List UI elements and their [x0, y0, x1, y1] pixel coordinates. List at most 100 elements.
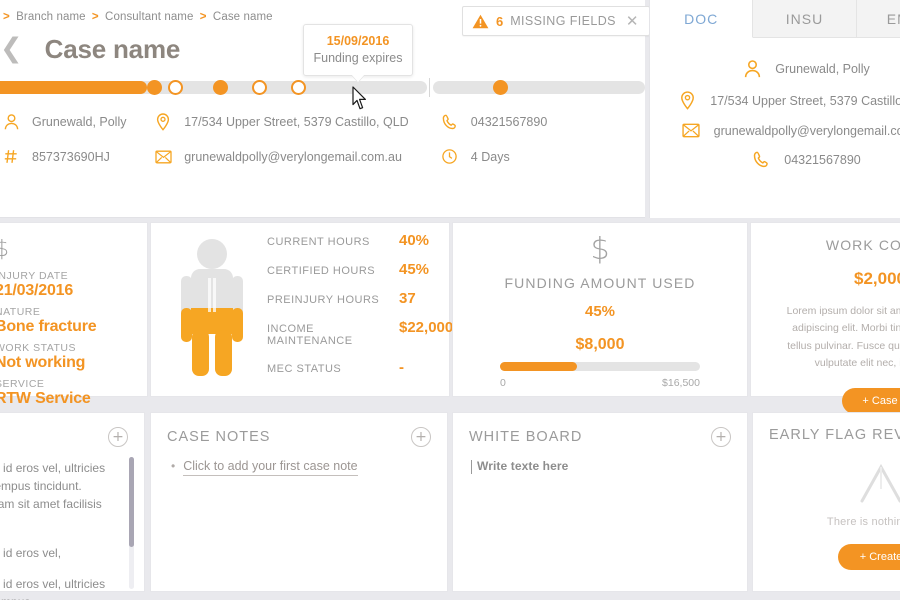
contact-email-text: grunewaldpolly@verylongemail.com.au: [184, 149, 402, 164]
hours-list: CURRENT HOURS 40% CERTIFIED HOURS 45% PR…: [267, 232, 453, 388]
work-cover-title: WORK COVER: [825, 237, 900, 253]
alerts-card: + Lorem ipsum viverra id eros vel, ultri…: [0, 412, 145, 600]
envelope-icon: [152, 150, 174, 164]
milestone-tooltip: 15/09/2016 Funding expires: [303, 24, 413, 83]
map-pin-icon: [152, 113, 174, 131]
work-status-label: WORK STATUS: [0, 342, 76, 354]
missing-fields-badge[interactable]: 6 MISSING FIELDS ✕: [462, 6, 651, 36]
case-notes-empty-row: • Click to add your first case note: [171, 459, 431, 476]
alerts-scrollbar[interactable]: [129, 457, 134, 589]
person-figure-icon: [175, 238, 249, 383]
funding-progress-fill: [500, 362, 577, 371]
milestone-dot-2[interactable]: [168, 80, 183, 95]
tab-empl[interactable]: EMPL: [856, 0, 900, 37]
person-icon: [0, 114, 22, 130]
white-board-input[interactable]: Write texte here: [477, 459, 568, 474]
case-dashboard-page: > Branch name > Consultant name > Case n…: [0, 0, 900, 600]
early-flag-empty-text: There is nothing here: [826, 516, 900, 528]
milestone-dot-6[interactable]: [493, 80, 508, 95]
milestone-progress-bar[interactable]: [0, 76, 645, 98]
white-board-body[interactable]: Write texte here: [453, 447, 747, 474]
doc-contact-email: grunewaldpolly@verylongemail.com.au: [668, 123, 900, 138]
case-notes-body: • Click to add your first case note: [151, 447, 447, 476]
doc-contact-address: 17/534 Upper Street, 5379 Castillo, QLD: [668, 91, 900, 110]
mec-status-value: -: [399, 358, 404, 376]
missing-fields-label: MISSING FIELDS: [510, 14, 616, 28]
breadcrumb-item-case[interactable]: Case name: [213, 11, 273, 23]
breadcrumb-item-branch[interactable]: Branch name: [16, 11, 86, 23]
progress-track-secondary: [433, 81, 645, 94]
page-title-row: ❮ Case name: [0, 34, 600, 65]
hours-row-income: INCOME MAINTENANCE $22,000: [267, 319, 453, 347]
hash-icon: [0, 149, 22, 164]
contact-phone: 04321567890: [439, 113, 600, 131]
breadcrumb-separator-0: >: [3, 11, 10, 23]
doc-tabs: DOC INSU EMPL: [650, 0, 900, 38]
certified-hours-value: 45%: [399, 260, 430, 278]
contact-name: Grunewald, Polly: [0, 113, 152, 131]
missing-fields-count: 6: [496, 13, 504, 29]
income-maintenance-value: $22,000: [399, 318, 454, 336]
early-flag-title: EARLY FLAG REVIEW: [769, 427, 900, 443]
income-maintenance-label: INCOME MAINTENANCE: [267, 322, 353, 347]
create-flag-button[interactable]: + Create: [837, 544, 900, 570]
clock-icon: [439, 149, 461, 164]
milestone-dot-5[interactable]: [291, 80, 306, 95]
funding-amount: $8,000: [575, 336, 625, 353]
tooltip-label: Funding expires: [313, 51, 403, 65]
tooltip-date: 15/09/2016: [326, 34, 390, 48]
milestone-dot-4[interactable]: [252, 80, 267, 95]
alerts-scrollbar-thumb[interactable]: [129, 457, 134, 547]
funding-title: FUNDING AMOUNT USED: [504, 275, 696, 291]
text-caret: [471, 460, 472, 474]
milestone-dot-1[interactable]: [147, 80, 162, 95]
add-case-button[interactable]: + Case: [842, 388, 900, 415]
white-board-card: WHITE BOARD + Write texte here: [452, 412, 748, 592]
empty-flag-icon: [854, 463, 900, 507]
service-value: RTW Service: [0, 390, 91, 407]
hours-row-mec: MEC STATUS -: [267, 359, 453, 376]
funding-percent: 45%: [584, 303, 616, 320]
plus-circle-icon[interactable]: +: [108, 427, 128, 447]
plus-circle-icon[interactable]: +: [411, 427, 431, 447]
tab-doc[interactable]: DOC: [650, 0, 754, 38]
list-item[interactable]: Lorem ipsum viverra id eros vel,: [0, 544, 126, 562]
contact-address-text: 17/534 Upper Street, 5379 Castillo, QLD: [184, 115, 409, 129]
work-cover-amount: $2,000: [854, 269, 900, 288]
stats-row: $ INJURY DATE 21/03/2016 NATURE Bone fra…: [0, 222, 900, 415]
dollar-icon: $: [590, 232, 610, 267]
injury-details-card: $ INJURY DATE 21/03/2016 NATURE Bone fra…: [0, 222, 148, 407]
milestone-dot-3[interactable]: [213, 80, 228, 95]
work-cover-card: WORK COVER $2,000 Lorem ipsum dolor sit …: [750, 222, 900, 415]
close-icon[interactable]: ✕: [626, 13, 639, 29]
list-item[interactable]: Lorem ipsum viverra id eros vel, ultrici…: [0, 575, 126, 600]
contact-grid: Grunewald, Polly 17/534 Upper Street, 53…: [0, 113, 600, 182]
alerts-card-header: +: [0, 413, 144, 447]
case-notes-title: CASE NOTES: [167, 429, 271, 445]
hours-row-preinjury: PREINJURY HOURS 37: [267, 290, 453, 307]
contact-duration: 4 Days: [439, 149, 600, 164]
white-board-header: WHITE BOARD +: [453, 413, 747, 447]
list-item[interactable]: Lorem ipsum viverra id eros vel, ultrici…: [0, 459, 126, 531]
doc-contact-address-text: 17/534 Upper Street, 5379 Castillo, QLD: [710, 93, 900, 108]
tab-insu[interactable]: INSU: [753, 0, 857, 37]
plus-circle-icon[interactable]: +: [711, 427, 731, 447]
case-notes-card: CASE NOTES + • Click to add your first c…: [150, 412, 448, 592]
contact-email: grunewaldpolly@verylongemail.com.au: [152, 149, 439, 164]
hours-row-certified: CERTIFIED HOURS 45%: [267, 261, 453, 278]
chevron-left-icon[interactable]: ❮: [0, 35, 23, 62]
alerts-list: Lorem ipsum viverra id eros vel, ultrici…: [0, 447, 144, 600]
funding-amount-card: $ FUNDING AMOUNT USED 45% $8,000 0 $16,5…: [452, 222, 748, 397]
mec-status-label: MEC STATUS: [267, 362, 342, 375]
funding-scale-max: $16,500: [662, 377, 700, 389]
injury-date-label: INJURY DATE: [0, 270, 69, 282]
hours-row-current: CURRENT HOURS 40%: [267, 232, 453, 249]
add-first-case-note-link[interactable]: Click to add your first case note: [183, 459, 358, 476]
breadcrumb-item-consultant[interactable]: Consultant name: [105, 11, 193, 23]
documents-panel: DOC INSU EMPL Grunewald, Polly 17/534 Up…: [649, 0, 900, 218]
contact-name-text: Grunewald, Polly: [32, 115, 127, 129]
doc-contact-email-text: grunewaldpolly@verylongemail.com.au: [713, 123, 900, 138]
breadcrumb-separator-2: >: [199, 11, 207, 23]
preinjury-hours-label: PREINJURY HOURS: [267, 293, 380, 306]
service-label: SERVICE: [0, 378, 45, 390]
